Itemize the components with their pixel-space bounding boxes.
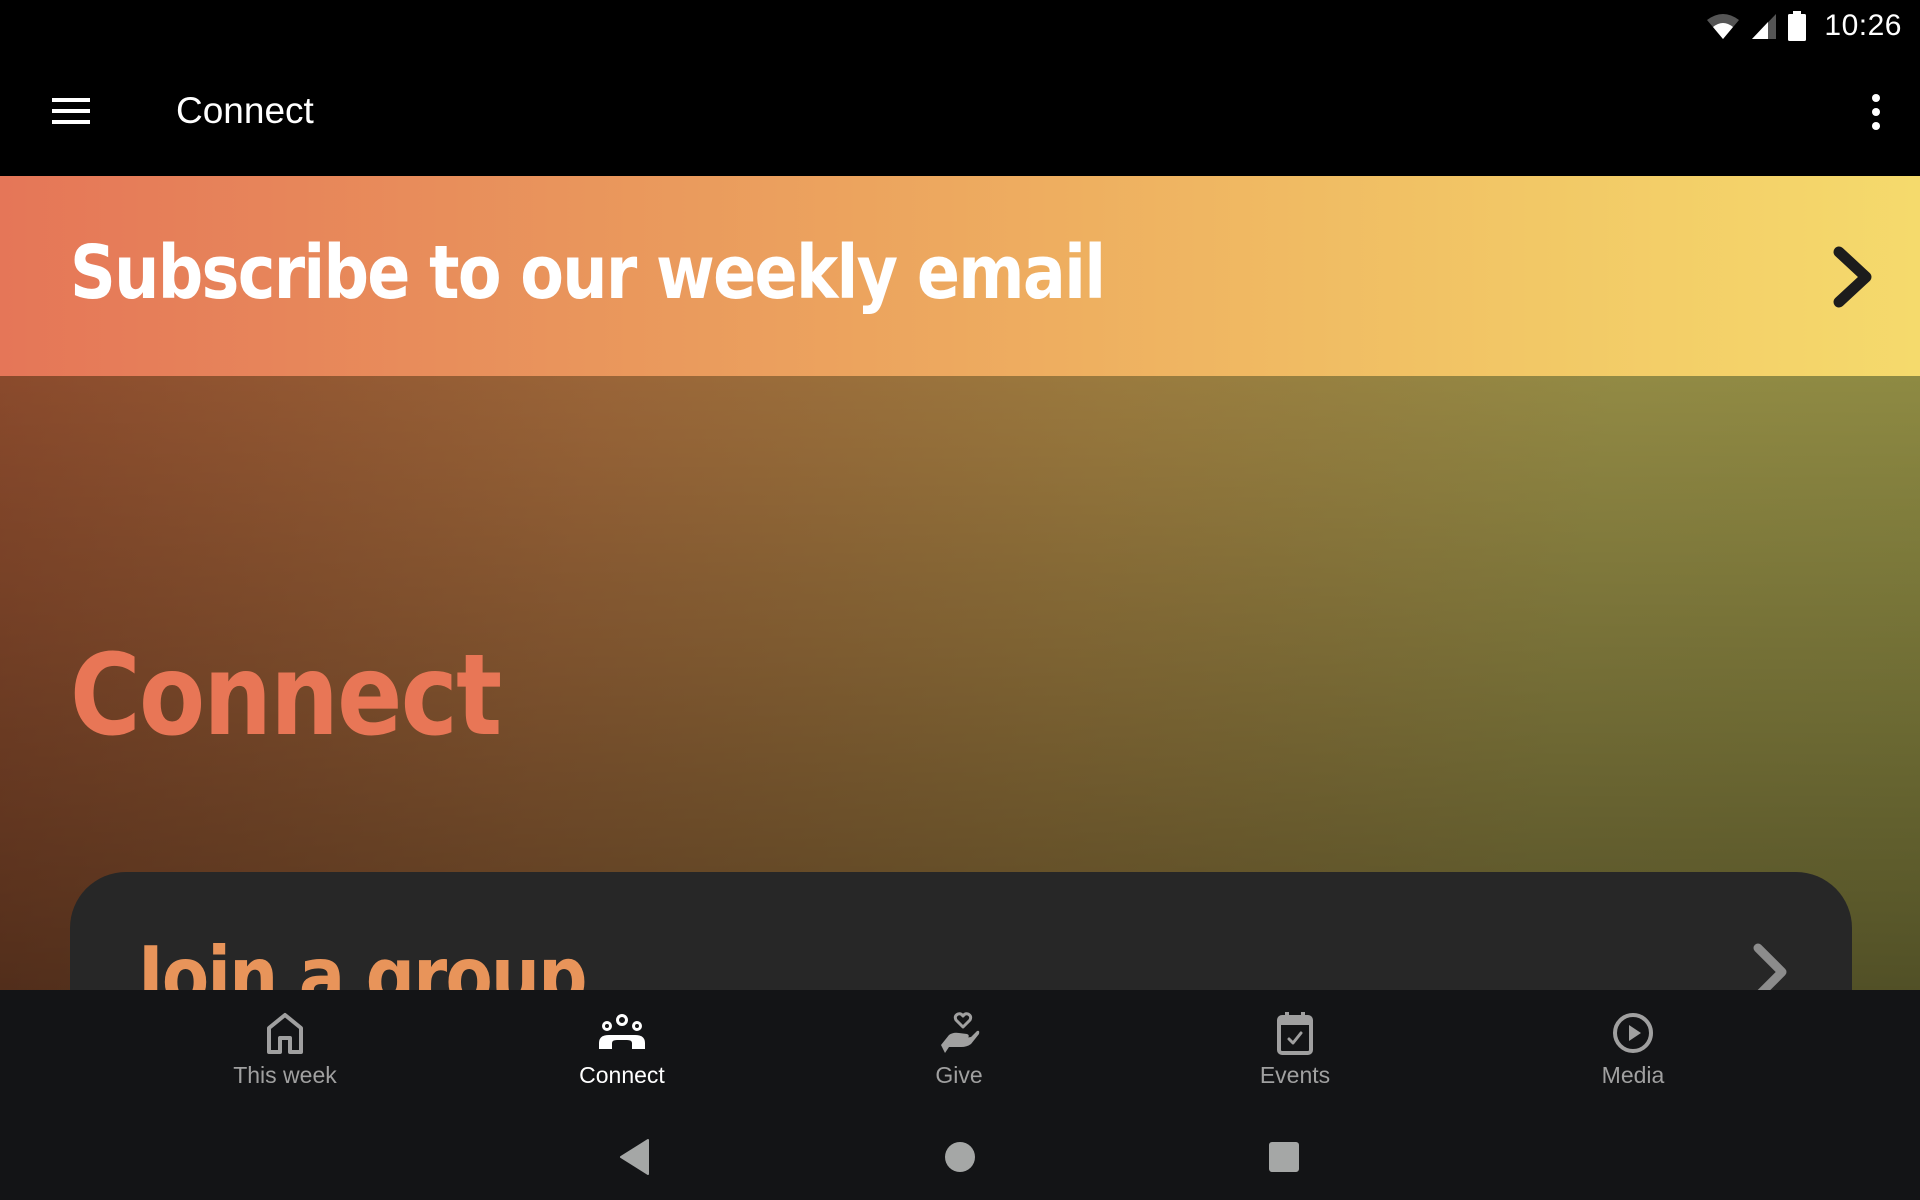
- subscribe-label: Subscribe to our weekly email: [70, 230, 1106, 316]
- nav-label: Connect: [579, 1062, 665, 1088]
- subscribe-banner[interactable]: Subscribe to our weekly email: [0, 176, 1920, 376]
- more-vert-icon[interactable]: [1866, 92, 1886, 132]
- nav-label: Events: [1259, 1062, 1331, 1088]
- calendar-check-icon: [1270, 1010, 1320, 1056]
- nav-label: Media: [1601, 1062, 1665, 1088]
- bottom-navigation: This week Connect Give Events Media: [0, 990, 1920, 1115]
- hamburger-menu-icon[interactable]: [52, 96, 92, 126]
- nav-item-this-week[interactable]: This week: [160, 990, 410, 1115]
- nav-item-connect[interactable]: Connect: [497, 990, 747, 1115]
- home-button-icon[interactable]: [944, 1137, 976, 1177]
- back-icon[interactable]: [618, 1137, 652, 1177]
- system-navigation-bar: [0, 1115, 1920, 1200]
- wifi-icon: [1707, 14, 1740, 39]
- status-bar: 10:26: [0, 0, 1920, 52]
- chevron-right-icon: [1833, 246, 1872, 308]
- cell-signal-icon: [1752, 14, 1777, 39]
- page-title: Connect: [70, 631, 502, 761]
- battery-icon: [1788, 11, 1807, 41]
- nav-item-give[interactable]: Give: [834, 990, 1084, 1115]
- app-title: Connect: [176, 90, 314, 131]
- nav-item-media[interactable]: Media: [1508, 990, 1758, 1115]
- people-group-icon: [597, 1010, 647, 1056]
- play-circle-icon: [1608, 1010, 1658, 1056]
- nav-label: Give: [935, 1062, 983, 1088]
- home-icon: [260, 1010, 310, 1056]
- hand-heart-icon: [934, 1010, 984, 1056]
- recents-icon[interactable]: [1268, 1137, 1300, 1177]
- nav-item-events[interactable]: Events: [1170, 990, 1420, 1115]
- nav-label: This week: [233, 1062, 337, 1088]
- status-time: 10:26: [1824, 9, 1902, 42]
- app-bar: Connect: [0, 52, 1920, 176]
- status-icons: 10:26: [1706, 6, 1902, 46]
